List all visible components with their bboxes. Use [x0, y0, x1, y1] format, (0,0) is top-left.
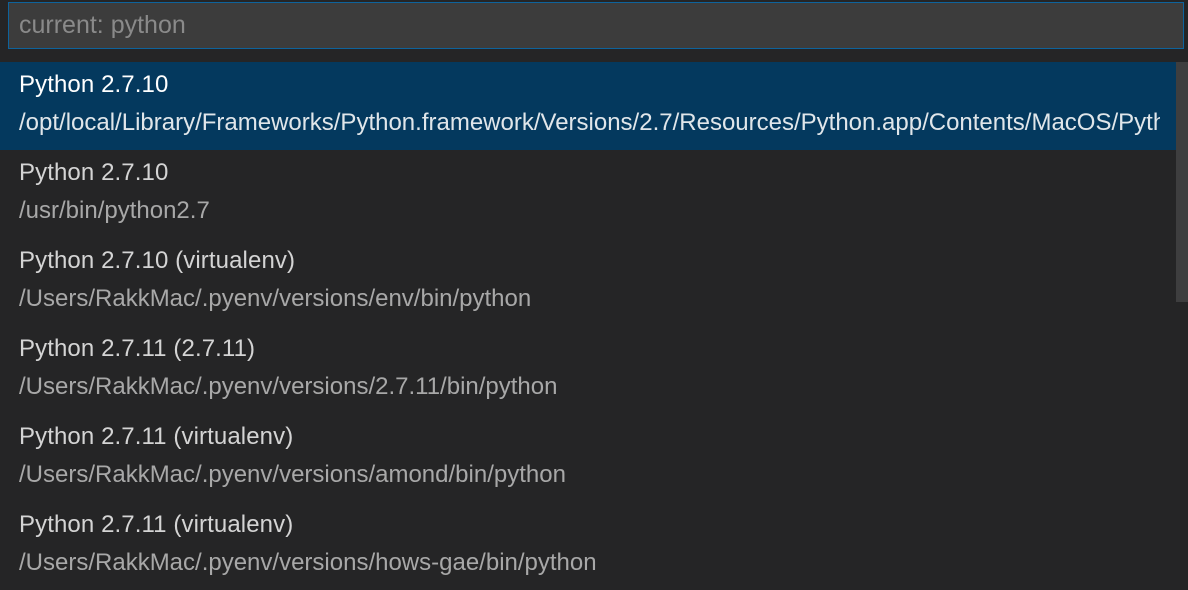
interpreter-path: /Users/RakkMac/.pyenv/versions/2.7.11/bi… [19, 373, 558, 400]
quick-pick-panel: Python 2.7.10 /opt/local/Library/Framewo… [0, 0, 1188, 590]
interpreter-name: Python 2.7.10 [19, 71, 169, 98]
scrollbar-thumb[interactable] [1176, 62, 1188, 302]
interpreter-name: Python 2.7.10 (virtualenv) [19, 247, 296, 274]
interpreter-name: Python 2.7.11 (virtualenv) [19, 511, 294, 538]
list-item[interactable]: Python 2.7.10 /usr/bin/python2.7 [0, 150, 1176, 238]
interpreter-path: /Users/RakkMac/.pyenv/versions/amond/bin… [19, 461, 566, 488]
interpreter-name: Python 2.7.11 (2.7.11) [19, 335, 256, 362]
interpreter-name: Python 2.7.10 [19, 159, 169, 186]
interpreter-path: /Users/RakkMac/.pyenv/versions/env/bin/p… [19, 285, 532, 312]
interpreter-path: /Users/RakkMac/.pyenv/versions/hows-gae/… [19, 549, 597, 576]
list-scrollbar[interactable] [1176, 62, 1188, 590]
list-item[interactable]: Python 2.7.11 (virtualenv) /Users/RakkMa… [0, 414, 1176, 502]
list-item[interactable]: Python 2.7.10 /opt/local/Library/Framewo… [0, 62, 1176, 150]
search-input[interactable] [8, 2, 1184, 49]
interpreter-list[interactable]: Python 2.7.10 /opt/local/Library/Framewo… [0, 62, 1176, 590]
list-item[interactable]: Python 2.7.10 (virtualenv) /Users/RakkMa… [0, 238, 1176, 326]
interpreter-name: Python 2.7.11 (virtualenv) [19, 423, 294, 450]
list-item[interactable]: Python 2.7.11 (2.7.11) /Users/RakkMac/.p… [0, 326, 1176, 414]
interpreter-path: /opt/local/Library/Frameworks/Python.fra… [19, 109, 1160, 136]
quick-pick-input-container [0, 0, 1188, 62]
list-item[interactable]: Python 2.7.11 (virtualenv) /Users/RakkMa… [0, 502, 1176, 590]
interpreter-path: /usr/bin/python2.7 [19, 197, 210, 224]
